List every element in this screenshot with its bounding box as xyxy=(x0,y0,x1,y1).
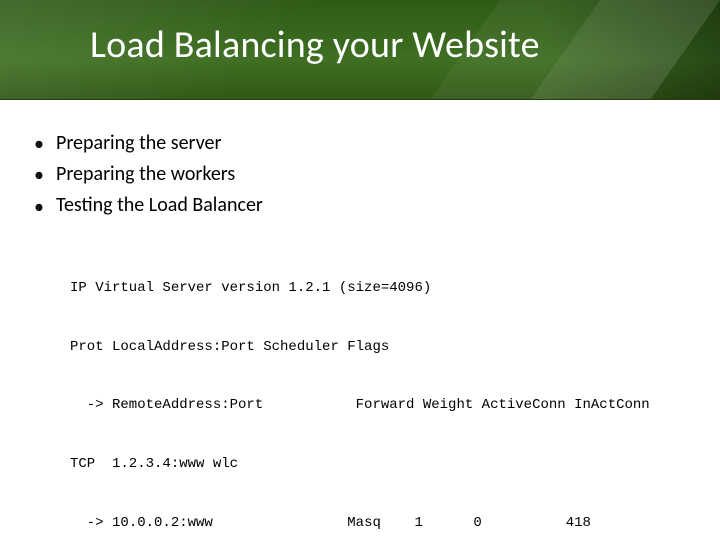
remote-addr: 10.0.0.2:www xyxy=(112,515,213,531)
terminal-line: IP Virtual Server version 1.2.1 (size=40… xyxy=(70,279,686,299)
terminal-line: -> RemoteAddress:Port Forward Weight Act… xyxy=(70,396,686,416)
page-title: Load Balancing your Website xyxy=(90,22,540,68)
list-item: Preparing the workers xyxy=(34,159,686,190)
terminal-line: TCP 1.2.3.4:www wlc xyxy=(70,455,686,475)
inact-conn: 418 xyxy=(566,515,591,531)
weight: 1 xyxy=(414,515,422,531)
active-conn: 0 xyxy=(473,515,481,531)
list-item-label: Testing the Load Balancer xyxy=(56,193,263,217)
list-item-label: Preparing the server xyxy=(56,131,221,155)
list-item: Testing the Load Balancer xyxy=(34,190,686,221)
terminal-output: IP Virtual Server version 1.2.1 (size=40… xyxy=(70,240,686,540)
forward: Masq xyxy=(347,515,381,531)
terminal-row: -> 10.0.0.2:www Masq 1 0 418 xyxy=(70,514,686,534)
list-item-label: Preparing the workers xyxy=(56,162,235,186)
list-item: Preparing the server xyxy=(34,128,686,159)
bullet-list: Preparing the server Preparing the worke… xyxy=(34,128,686,222)
slide-content: Preparing the server Preparing the worke… xyxy=(0,100,720,540)
terminal-line: Prot LocalAddress:Port Scheduler Flags xyxy=(70,338,686,358)
slide-header: Load Balancing your Website xyxy=(0,0,720,100)
